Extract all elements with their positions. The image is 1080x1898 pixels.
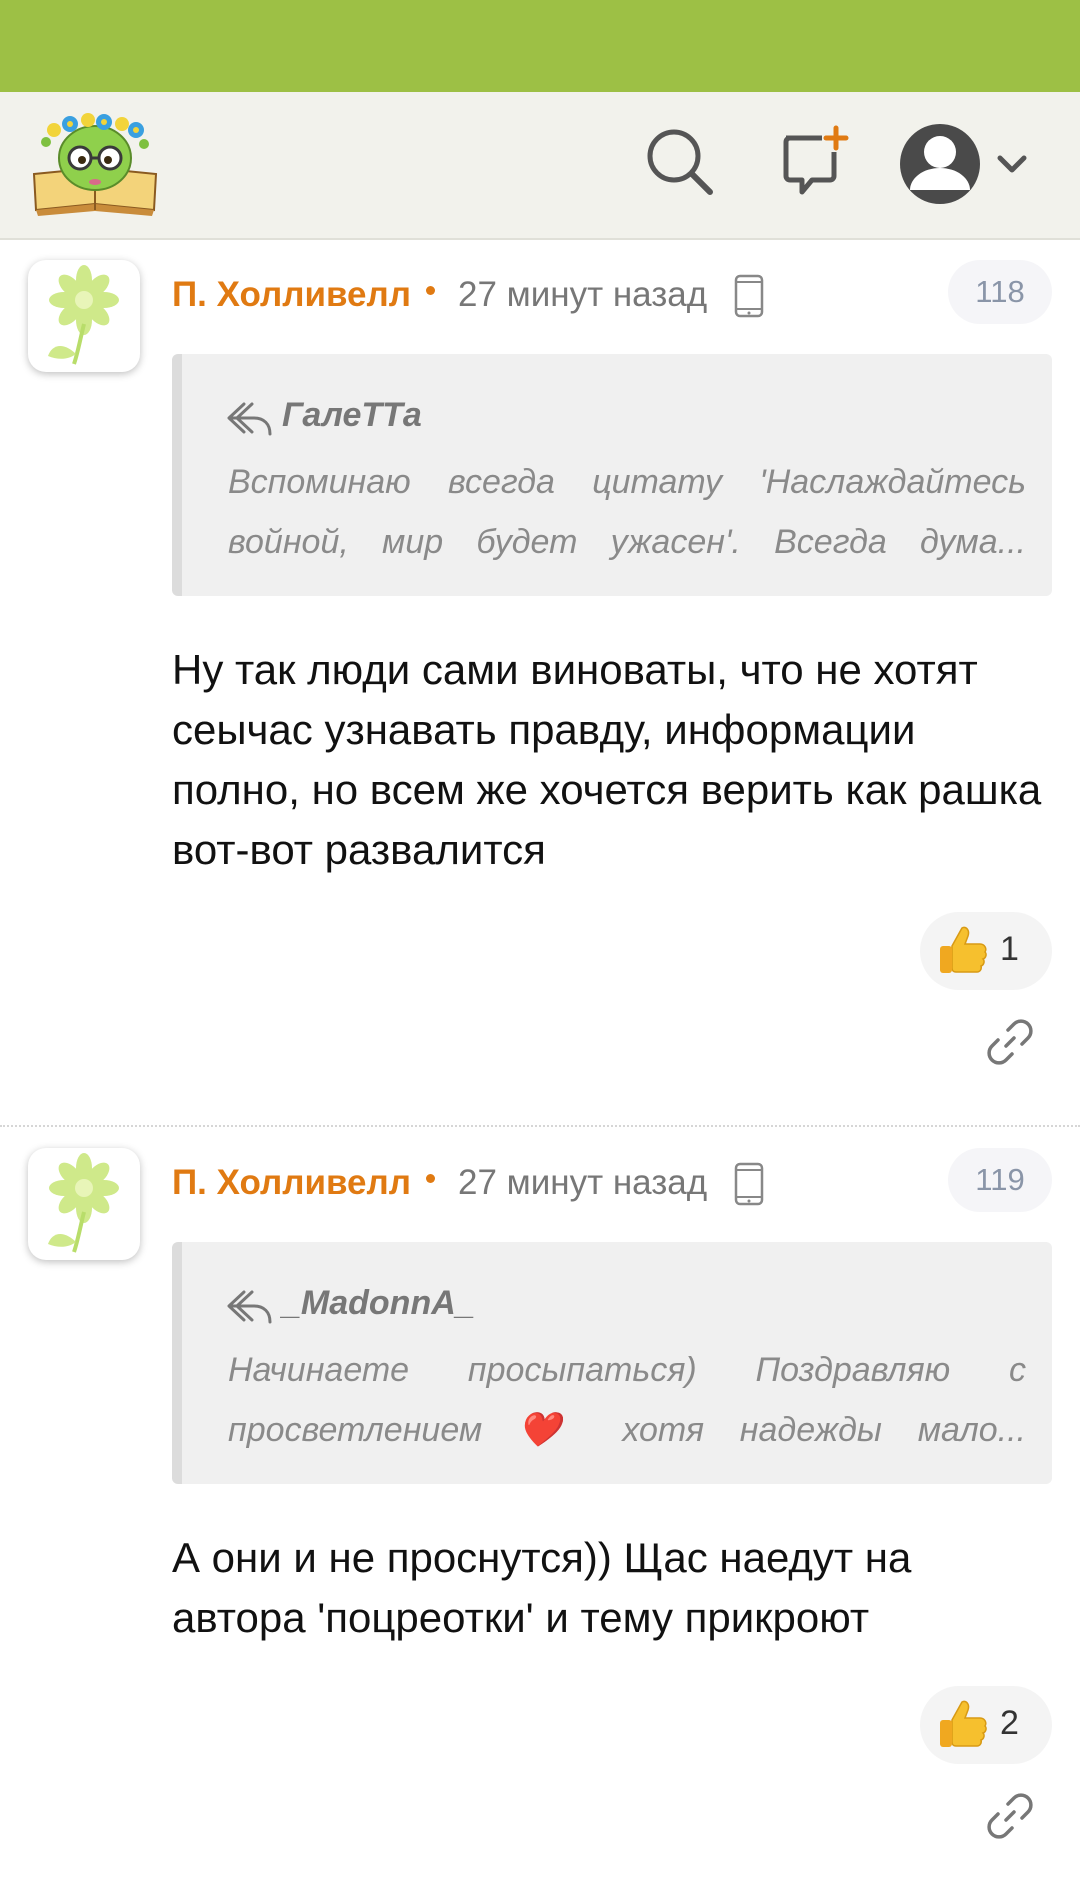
mobile-device-icon xyxy=(734,1162,764,1206)
comment-avatar[interactable] xyxy=(28,1148,140,1260)
site-logo[interactable] xyxy=(30,112,160,222)
like-count: 1 xyxy=(1000,930,1019,968)
author-name[interactable]: П. Холливелл xyxy=(172,1163,411,1203)
search-icon xyxy=(647,129,713,195)
reply-arrow-icon xyxy=(226,1288,272,1324)
quote-line: войной, мир будет ужасен'. Всегда дума..… xyxy=(228,523,1026,561)
add-comment-icon xyxy=(783,125,849,195)
like-button[interactable]: 2 xyxy=(920,1686,1052,1764)
profile-menu-button[interactable] xyxy=(896,120,1036,208)
quote-line: Начинаете просыпаться) Поздравляю с xyxy=(228,1351,1026,1389)
reply-arrow-icon xyxy=(226,400,272,436)
quote-line: Вспоминаю всегда цитату 'Наслаждайтесь xyxy=(228,463,1026,501)
thumbs-up-icon xyxy=(932,1696,990,1754)
link-icon xyxy=(987,1793,1033,1839)
flower-avatar-icon xyxy=(48,1153,119,1253)
search-button[interactable] xyxy=(640,122,720,202)
mobile-device-icon xyxy=(734,274,764,318)
quote-author: ГалеТТа xyxy=(282,396,422,434)
permalink-button[interactable] xyxy=(984,1790,1036,1842)
chevron-down-icon xyxy=(997,155,1027,173)
flower-avatar-icon xyxy=(48,265,119,365)
comment-text: Ну так люди сами виноваты, что не хотят … xyxy=(172,646,1042,873)
quote-text: Вспоминаю всегда цитату 'Наслаждайтесь в… xyxy=(228,452,1026,572)
comment-text: А они и не проснутся)) Щас наедут на авт… xyxy=(172,1534,912,1641)
comment-number[interactable]: 119 xyxy=(948,1148,1052,1212)
comment-time: 27 минут назад xyxy=(458,1163,708,1202)
quoted-reply[interactable]: _MadonnA_ Начинаете просыпаться) Поздрав… xyxy=(172,1242,1052,1484)
status-bar xyxy=(0,0,1080,92)
quote-text: Начинаете просыпаться) Поздравляю с прос… xyxy=(228,1340,1026,1460)
quote-line: просветлением ❤️ хотя надежды мало... xyxy=(228,1411,1026,1449)
new-post-button[interactable] xyxy=(772,122,852,202)
comment-divider xyxy=(0,1125,1080,1127)
comment-card: П. Холливелл 27 минут назад 118 ГалеТТа … xyxy=(0,240,1080,1125)
separator-dot xyxy=(426,286,435,295)
separator-dot xyxy=(426,1174,435,1183)
comment-number[interactable]: 118 xyxy=(948,260,1052,324)
quoted-reply[interactable]: ГалеТТа Вспоминаю всегда цитату 'Наслажд… xyxy=(172,354,1052,596)
author-name[interactable]: П. Холливелл xyxy=(172,275,411,315)
like-button[interactable]: 1 xyxy=(920,912,1052,990)
quote-author: _MadonnA_ xyxy=(282,1284,475,1322)
user-avatar-icon xyxy=(900,124,980,204)
like-count: 2 xyxy=(1000,1704,1019,1742)
comment-avatar[interactable] xyxy=(28,260,140,372)
comment-card: П. Холливелл 27 минут назад 119 _MadonnA… xyxy=(0,1128,1080,1898)
comment-time: 27 минут назад xyxy=(458,275,708,314)
thumbs-up-icon xyxy=(932,922,990,980)
permalink-button[interactable] xyxy=(984,1016,1036,1068)
top-header xyxy=(0,92,1080,240)
link-icon xyxy=(987,1019,1033,1065)
